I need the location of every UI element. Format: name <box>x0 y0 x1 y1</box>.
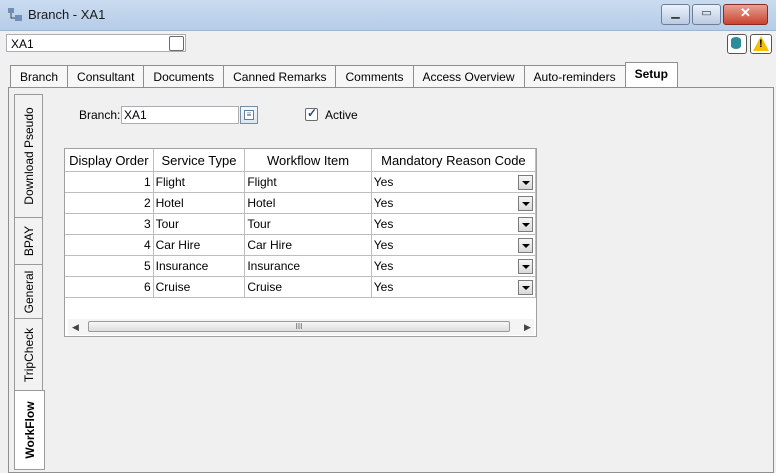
mandatory-value: Yes <box>373 238 394 252</box>
scroll-right-icon[interactable]: ▶ <box>524 322 531 333</box>
side-tab-workflow[interactable]: WorkFlow <box>14 390 45 470</box>
tab-access-overview[interactable]: Access Overview <box>412 65 525 87</box>
record-checkbox[interactable] <box>169 36 184 51</box>
cell-mandatory-reason-code[interactable]: Yes <box>371 171 537 193</box>
chevron-down-icon[interactable] <box>518 217 533 232</box>
minimize-button[interactable]: ▁ <box>661 4 690 25</box>
tab-consultant[interactable]: Consultant <box>67 65 145 87</box>
scroll-thumb[interactable]: III <box>88 321 510 332</box>
table-row[interactable]: 5 Insurance Insurance Yes <box>65 255 537 277</box>
side-tab-label: Download Pseudo <box>21 107 36 205</box>
active-checkbox[interactable] <box>305 106 318 121</box>
table-row[interactable]: 4 Car Hire Car Hire Yes <box>65 234 537 256</box>
cell-workflow-item[interactable]: Flight <box>244 171 372 193</box>
cell-service-type[interactable]: Flight <box>153 171 246 193</box>
side-tab-bpay[interactable]: BPAY <box>14 217 43 265</box>
tab-branch[interactable]: Branch <box>10 65 69 87</box>
scroll-left-icon[interactable]: ◀ <box>72 322 79 333</box>
chevron-down-icon[interactable] <box>518 259 533 274</box>
table-row[interactable]: 3 Tour Tour Yes <box>65 213 537 235</box>
cell-mandatory-reason-code[interactable]: Yes <box>371 255 537 277</box>
cell-service-type[interactable]: Hotel <box>153 192 246 214</box>
cell-display-order[interactable]: 3 <box>65 213 154 235</box>
table-row[interactable]: 2 Hotel Hotel Yes <box>65 192 537 214</box>
branch-input[interactable]: XA1 <box>121 106 239 124</box>
cell-mandatory-reason-code[interactable]: Yes <box>371 213 537 235</box>
tab-comments[interactable]: Comments <box>335 65 414 87</box>
cell-display-order[interactable]: 1 <box>65 171 154 193</box>
cell-service-type[interactable]: Car Hire <box>153 234 246 256</box>
column-header-service-type[interactable]: Service Type <box>153 149 246 172</box>
database-icon[interactable] <box>727 34 747 54</box>
mandatory-value: Yes <box>373 217 394 231</box>
table-row[interactable]: 1 Flight Flight Yes <box>65 171 537 193</box>
branch-label: Branch: <box>79 108 121 122</box>
grid-header-row: Display Order Service Type Workflow Item… <box>65 149 537 172</box>
tab-canned-remarks[interactable]: Canned Remarks <box>223 65 337 87</box>
cell-workflow-item[interactable]: Hotel <box>244 192 372 214</box>
close-button[interactable]: ✕ <box>723 4 768 25</box>
cell-mandatory-reason-code[interactable]: Yes <box>371 192 537 214</box>
mandatory-value: Yes <box>373 259 394 273</box>
maximize-icon: ▭ <box>701 7 712 19</box>
cell-display-order[interactable]: 6 <box>65 276 154 298</box>
cell-service-type[interactable]: Tour <box>153 213 246 235</box>
tab-setup[interactable]: Setup <box>624 62 678 87</box>
cell-service-type[interactable]: Insurance <box>153 255 246 277</box>
tab-documents[interactable]: Documents <box>143 65 225 87</box>
side-tab-label: WorkFlow <box>22 401 37 459</box>
branch-lookup-button[interactable]: ≡ <box>240 106 258 124</box>
column-header-workflow-item[interactable]: Workflow Item <box>244 149 372 172</box>
window-controls: ▁ ▭ ✕ <box>659 4 768 25</box>
lookup-icon: ≡ <box>244 110 254 120</box>
mandatory-value: Yes <box>373 175 394 189</box>
cell-workflow-item[interactable]: Insurance <box>244 255 372 277</box>
horizontal-scrollbar[interactable]: ◀ III ▶ <box>68 319 534 335</box>
chevron-down-icon[interactable] <box>518 175 533 190</box>
side-tab-label: BPAY <box>21 225 36 257</box>
title-bar: Branch - XA1 ▁ ▭ ✕ <box>0 0 776 31</box>
side-tab-tripcheck[interactable]: TripCheck <box>14 318 43 391</box>
side-tab-general[interactable]: General <box>14 264 43 319</box>
cell-workflow-item[interactable]: Tour <box>244 213 372 235</box>
minimize-icon: ▁ <box>671 7 680 19</box>
cell-service-type[interactable]: Cruise <box>153 276 246 298</box>
tab-auto-reminders[interactable]: Auto-reminders <box>523 65 626 87</box>
cell-mandatory-reason-code[interactable]: Yes <box>371 276 537 298</box>
mandatory-value: Yes <box>373 280 394 294</box>
cell-workflow-item[interactable]: Cruise <box>244 276 372 298</box>
side-tab-label: TripCheck <box>21 327 36 382</box>
table-row[interactable]: 6 Cruise Cruise Yes <box>65 276 537 298</box>
cell-display-order[interactable]: 5 <box>65 255 154 277</box>
maximize-button[interactable]: ▭ <box>692 4 721 25</box>
cell-display-order[interactable]: 2 <box>65 192 154 214</box>
cell-workflow-item[interactable]: Car Hire <box>244 234 372 256</box>
side-tab-label: General <box>21 270 36 313</box>
column-header-display-order[interactable]: Display Order <box>65 149 154 172</box>
record-bar: XA1 ! <box>0 31 776 57</box>
cell-mandatory-reason-code[interactable]: Yes <box>371 234 537 256</box>
warning-icon[interactable]: ! <box>750 34 772 54</box>
column-header-mandatory-reason-code[interactable]: Mandatory Reason Code <box>371 149 537 172</box>
window-title: Branch - XA1 <box>28 7 106 22</box>
mandatory-value: Yes <box>373 196 394 210</box>
main-tabs: Branch Consultant Documents Canned Remar… <box>10 62 678 87</box>
side-tab-download-pseudo[interactable]: Download Pseudo <box>14 94 43 218</box>
chevron-down-icon[interactable] <box>518 196 533 211</box>
chevron-down-icon[interactable] <box>518 280 533 295</box>
cell-display-order[interactable]: 4 <box>65 234 154 256</box>
chevron-down-icon[interactable] <box>518 238 533 253</box>
branch-window-icon <box>8 8 22 21</box>
record-code-field[interactable]: XA1 <box>6 34 186 52</box>
workflow-grid: Display Order Service Type Workflow Item… <box>64 148 537 337</box>
active-label: Active <box>325 108 358 122</box>
close-icon: ✕ <box>740 5 751 20</box>
